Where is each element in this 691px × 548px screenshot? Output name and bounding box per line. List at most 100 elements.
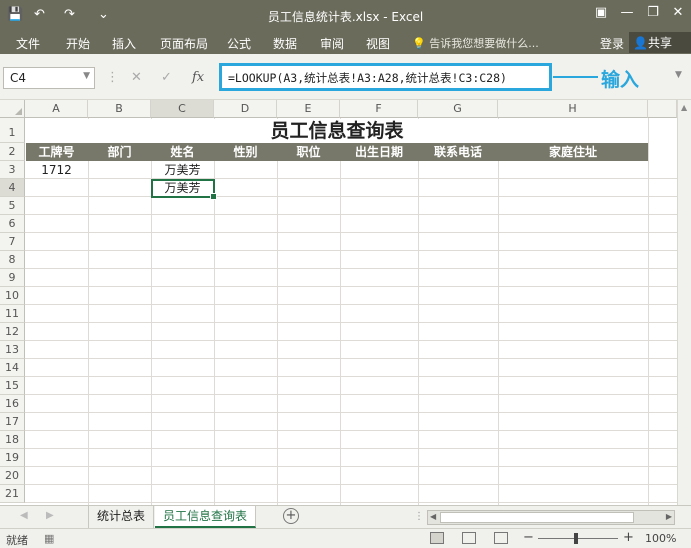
- select-all-corner[interactable]: [0, 100, 25, 118]
- page-layout-view-icon[interactable]: [462, 532, 476, 544]
- cancel-icon[interactable]: ✕: [131, 70, 142, 85]
- lightbulb-icon: 💡: [412, 37, 426, 50]
- row-header-16[interactable]: 16: [0, 395, 25, 413]
- header-cell-phone[interactable]: 联系电话: [418, 143, 498, 161]
- header-cell-gender[interactable]: 性别: [214, 143, 277, 161]
- ribbon-display-options-icon[interactable]: ▣: [590, 5, 612, 20]
- row-header-15[interactable]: 15: [0, 377, 25, 395]
- column-header-d[interactable]: D: [214, 100, 277, 118]
- formula-input[interactable]: =LOOKUP(A3,统计总表!A3:A28,统计总表!C3:C28): [219, 63, 552, 91]
- column-header-e[interactable]: E: [277, 100, 340, 118]
- expand-formula-bar-icon[interactable]: ▼: [675, 70, 682, 80]
- window-title: 员工信息统计表.xlsx - Excel: [267, 10, 424, 24]
- header-cell-department[interactable]: 部门: [88, 143, 151, 161]
- active-cell-border: [151, 179, 217, 200]
- row-header-12[interactable]: 12: [0, 323, 25, 341]
- header-cell-badge-no[interactable]: 工牌号: [25, 143, 88, 161]
- tell-me-box[interactable]: 💡 告诉我您想要做什么...: [412, 35, 539, 51]
- gridline: [277, 118, 278, 505]
- zoom-level[interactable]: 100%: [645, 532, 676, 545]
- cell-a3[interactable]: 1712: [25, 161, 88, 179]
- gridline: [214, 118, 215, 505]
- formula-bar: C4 ▼ ⋮ ✕ ✓ fx =LOOKUP(A3,统计总表!A3:A28,统计总…: [0, 54, 691, 100]
- tab-page-layout[interactable]: 页面布局: [160, 35, 208, 52]
- close-icon[interactable]: ✕: [667, 5, 689, 20]
- sheet-tab-lookup[interactable]: 员工信息查询表: [155, 506, 257, 528]
- column-header-h[interactable]: H: [498, 100, 648, 118]
- tab-home[interactable]: 开始: [66, 35, 90, 52]
- worksheet-grid[interactable]: A B C D E F G H 1 2 3 4 5 6 7 8 9 10 11 …: [0, 100, 691, 505]
- next-sheet-icon[interactable]: ▶: [46, 510, 54, 521]
- normal-view-icon[interactable]: [430, 532, 444, 544]
- tab-formulas[interactable]: 公式: [227, 35, 251, 52]
- macro-record-icon[interactable]: ▦: [44, 532, 54, 545]
- row-header-10[interactable]: 10: [0, 287, 25, 305]
- gridline: [340, 118, 341, 505]
- row-header-5[interactable]: 5: [0, 197, 25, 215]
- add-sheet-icon[interactable]: +: [283, 508, 299, 524]
- scroll-right-icon[interactable]: ▶: [666, 512, 672, 521]
- status-bar: 就绪 ▦ − + 100%: [0, 528, 691, 548]
- row-header-17[interactable]: 17: [0, 413, 25, 431]
- scroll-thumb[interactable]: [440, 512, 634, 523]
- row-header-3[interactable]: 3: [0, 161, 25, 179]
- gridline: [25, 484, 690, 485]
- tab-insert[interactable]: 插入: [112, 35, 136, 52]
- tab-data[interactable]: 数据: [273, 35, 297, 52]
- row-header-7[interactable]: 7: [0, 233, 25, 251]
- column-header-g[interactable]: G: [418, 100, 498, 118]
- column-header-b[interactable]: B: [88, 100, 151, 118]
- vertical-scrollbar[interactable]: ▲: [677, 100, 691, 505]
- scroll-up-icon[interactable]: ▲: [681, 103, 687, 112]
- zoom-slider-thumb[interactable]: [574, 533, 578, 544]
- scroll-left-icon[interactable]: ◀: [430, 512, 436, 521]
- row-header-1[interactable]: 1: [0, 118, 25, 143]
- column-header-a[interactable]: A: [25, 100, 88, 118]
- column-header-c[interactable]: C: [151, 100, 214, 118]
- row-header-20[interactable]: 20: [0, 467, 25, 485]
- sheet-tab-summary[interactable]: 统计总表: [88, 506, 155, 528]
- prev-sheet-icon[interactable]: ◀: [20, 510, 28, 521]
- header-cell-position[interactable]: 职位: [277, 143, 340, 161]
- gridline: [25, 430, 690, 431]
- tab-file[interactable]: 文件: [16, 35, 40, 52]
- header-cell-birth-date[interactable]: 出生日期: [340, 143, 418, 161]
- gridline: [25, 412, 690, 413]
- row-header-21[interactable]: 21: [0, 485, 25, 503]
- header-cell-address[interactable]: 家庭住址: [498, 143, 648, 161]
- gridline: [25, 358, 690, 359]
- header-cell-name[interactable]: 姓名: [151, 143, 214, 161]
- row-header-18[interactable]: 18: [0, 431, 25, 449]
- row-header-11[interactable]: 11: [0, 305, 25, 323]
- restore-icon[interactable]: ❐: [642, 5, 664, 20]
- row-header-19[interactable]: 19: [0, 449, 25, 467]
- row-header-4[interactable]: 4: [0, 179, 25, 197]
- minimize-icon[interactable]: —: [616, 5, 638, 20]
- gridline: [648, 118, 649, 505]
- row-header-9[interactable]: 9: [0, 269, 25, 287]
- tab-view[interactable]: 视图: [366, 35, 390, 52]
- row-header-8[interactable]: 8: [0, 251, 25, 269]
- zoom-out-icon[interactable]: −: [523, 530, 534, 545]
- row-header-2[interactable]: 2: [0, 143, 25, 161]
- row-header-14[interactable]: 14: [0, 359, 25, 377]
- sheet-tab-bar: ◀ ▶ 统计总表 员工信息查询表 + ⋮ ◀ ▶: [0, 505, 691, 528]
- sheet-title[interactable]: 员工信息查询表: [26, 119, 648, 143]
- zoom-slider[interactable]: [538, 538, 618, 539]
- column-header-f[interactable]: F: [340, 100, 418, 118]
- insert-function-icon[interactable]: fx: [192, 70, 204, 85]
- name-box[interactable]: C4 ▼: [3, 67, 95, 89]
- gridline: [418, 118, 419, 505]
- row-header-13[interactable]: 13: [0, 341, 25, 359]
- share-button[interactable]: 👤共享: [629, 32, 691, 53]
- horizontal-scrollbar[interactable]: ◀ ▶: [427, 510, 675, 525]
- tab-review[interactable]: 审阅: [320, 35, 344, 52]
- zoom-in-icon[interactable]: +: [623, 530, 634, 545]
- page-break-view-icon[interactable]: [494, 532, 508, 544]
- row-header-6[interactable]: 6: [0, 215, 25, 233]
- cell-c3[interactable]: 万美芳: [151, 161, 214, 179]
- chevron-down-icon[interactable]: ▼: [83, 71, 90, 81]
- login-link[interactable]: 登录: [600, 35, 624, 52]
- enter-icon[interactable]: ✓: [161, 70, 172, 85]
- gridline: [25, 322, 690, 323]
